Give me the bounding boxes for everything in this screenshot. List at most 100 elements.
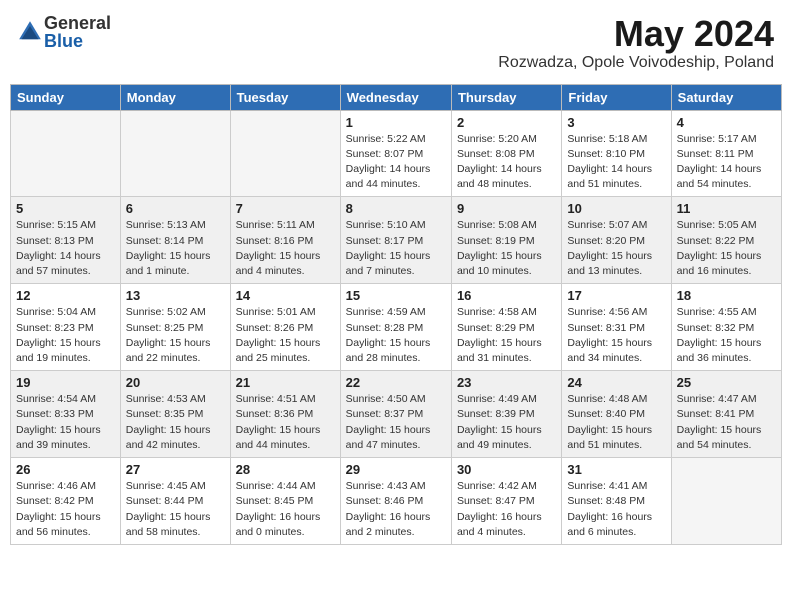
day-number: 15 <box>346 288 446 303</box>
week-row-2: 5Sunrise: 5:15 AMSunset: 8:13 PMDaylight… <box>11 197 782 284</box>
day-cell: 8 Sunrise: 5:10 AMSunset: 8:17 PMDaylight… <box>340 197 451 284</box>
day-number: 14 <box>236 288 335 303</box>
day-cell: 4 Sunrise: 5:17 AMSunset: 8:11 PMDaylight… <box>671 110 781 197</box>
day-info: Sunrise: 4:59 AMSunset: 8:28 PMDaylight:… <box>346 305 446 366</box>
day-number: 4 <box>677 115 776 130</box>
day-info: Sunrise: 5:20 AMSunset: 8:08 PMDaylight:… <box>457 132 556 193</box>
day-number: 9 <box>457 201 556 216</box>
logo: General Blue <box>18 14 111 50</box>
day-info: Sunrise: 5:08 AMSunset: 8:19 PMDaylight:… <box>457 218 556 279</box>
day-number: 6 <box>126 201 225 216</box>
day-cell <box>671 458 781 545</box>
day-number: 23 <box>457 375 556 390</box>
day-cell: 16Sunrise: 4:58 AMSunset: 8:29 PMDayligh… <box>451 284 561 371</box>
day-info: Sunrise: 5:15 AMSunset: 8:13 PMDaylight:… <box>16 218 115 279</box>
day-info: Sunrise: 5:02 AMSunset: 8:25 PMDaylight:… <box>126 305 225 366</box>
day-info: Sunrise: 4:43 AMSunset: 8:46 PMDaylight:… <box>346 479 446 540</box>
col-header-tuesday: Tuesday <box>230 84 340 110</box>
day-info: Sunrise: 4:48 AMSunset: 8:40 PMDaylight:… <box>567 392 665 453</box>
day-cell: 26 Sunrise: 4:46 AMSunset: 8:42 PMDayligh… <box>11 458 121 545</box>
day-number: 1 <box>346 115 446 130</box>
day-cell: 15 Sunrise: 4:59 AMSunset: 8:28 PMDayligh… <box>340 284 451 371</box>
day-info: Sunrise: 5:01 AMSunset: 8:26 PMDaylight:… <box>236 305 335 366</box>
day-number: 2 <box>457 115 556 130</box>
day-cell: 29 Sunrise: 4:43 AMSunset: 8:46 PMDayligh… <box>340 458 451 545</box>
day-info: Sunrise: 4:58 AMSunset: 8:29 PMDaylight:… <box>457 305 556 366</box>
day-number: 8 <box>346 201 446 216</box>
day-number: 24 <box>567 375 665 390</box>
day-number: 12 <box>16 288 115 303</box>
title-block: May 2024 Rozwadza, Opole Voivodeship, Po… <box>498 14 774 72</box>
day-cell <box>11 110 121 197</box>
day-info: Sunrise: 5:17 AMSunset: 8:11 PMDaylight:… <box>677 132 776 193</box>
day-number: 28 <box>236 462 335 477</box>
page-header: General Blue May 2024 Rozwadza, Opole Vo… <box>10 10 782 76</box>
day-info: Sunrise: 4:54 AMSunset: 8:33 PMDaylight:… <box>16 392 115 453</box>
day-cell <box>230 110 340 197</box>
day-info: Sunrise: 5:05 AMSunset: 8:22 PMDaylight:… <box>677 218 776 279</box>
week-row-1: 1 Sunrise: 5:22 AMSunset: 8:07 PMDaylight… <box>11 110 782 197</box>
day-info: Sunrise: 4:45 AMSunset: 8:44 PMDaylight:… <box>126 479 225 540</box>
day-cell: 11 Sunrise: 5:05 AMSunset: 8:22 PMDayligh… <box>671 197 781 284</box>
day-info: Sunrise: 5:13 AMSunset: 8:14 PMDaylight:… <box>126 218 225 279</box>
day-cell: 9 Sunrise: 5:08 AMSunset: 8:19 PMDaylight… <box>451 197 561 284</box>
logo-text: General Blue <box>44 14 111 50</box>
calendar-table: SundayMondayTuesdayWednesdayThursdayFrid… <box>10 84 782 545</box>
day-info: Sunrise: 4:41 AMSunset: 8:48 PMDaylight:… <box>567 479 665 540</box>
day-cell: 27Sunrise: 4:45 AMSunset: 8:44 PMDayligh… <box>120 458 230 545</box>
day-cell: 22Sunrise: 4:50 AMSunset: 8:37 PMDayligh… <box>340 371 451 458</box>
month-title: May 2024 <box>498 14 774 54</box>
day-cell: 14 Sunrise: 5:01 AMSunset: 8:26 PMDayligh… <box>230 284 340 371</box>
day-number: 20 <box>126 375 225 390</box>
day-cell: 17Sunrise: 4:56 AMSunset: 8:31 PMDayligh… <box>562 284 671 371</box>
day-number: 3 <box>567 115 665 130</box>
day-number: 21 <box>236 375 335 390</box>
logo-icon <box>18 20 42 44</box>
day-info: Sunrise: 4:53 AMSunset: 8:35 PMDaylight:… <box>126 392 225 453</box>
day-cell: 31 Sunrise: 4:41 AMSunset: 8:48 PMDayligh… <box>562 458 671 545</box>
day-info: Sunrise: 4:46 AMSunset: 8:42 PMDaylight:… <box>16 479 115 540</box>
day-cell: 12 Sunrise: 5:04 AMSunset: 8:23 PMDayligh… <box>11 284 121 371</box>
day-number: 19 <box>16 375 115 390</box>
day-cell: 21 Sunrise: 4:51 AMSunset: 8:36 PMDayligh… <box>230 371 340 458</box>
day-info: Sunrise: 5:10 AMSunset: 8:17 PMDaylight:… <box>346 218 446 279</box>
day-cell: 6 Sunrise: 5:13 AMSunset: 8:14 PMDaylight… <box>120 197 230 284</box>
day-info: Sunrise: 4:47 AMSunset: 8:41 PMDaylight:… <box>677 392 776 453</box>
day-cell: 18Sunrise: 4:55 AMSunset: 8:32 PMDayligh… <box>671 284 781 371</box>
day-info: Sunrise: 4:49 AMSunset: 8:39 PMDaylight:… <box>457 392 556 453</box>
day-cell: 10Sunrise: 5:07 AMSunset: 8:20 PMDayligh… <box>562 197 671 284</box>
location-subtitle: Rozwadza, Opole Voivodeship, Poland <box>498 54 774 72</box>
day-cell: 2 Sunrise: 5:20 AMSunset: 8:08 PMDaylight… <box>451 110 561 197</box>
week-row-4: 19 Sunrise: 4:54 AMSunset: 8:33 PMDayligh… <box>11 371 782 458</box>
day-number: 13 <box>126 288 225 303</box>
day-cell: 13 Sunrise: 5:02 AMSunset: 8:25 PMDayligh… <box>120 284 230 371</box>
day-number: 29 <box>346 462 446 477</box>
day-info: Sunrise: 5:22 AMSunset: 8:07 PMDaylight:… <box>346 132 446 193</box>
day-number: 11 <box>677 201 776 216</box>
day-cell: 25Sunrise: 4:47 AMSunset: 8:41 PMDayligh… <box>671 371 781 458</box>
day-cell: 20 Sunrise: 4:53 AMSunset: 8:35 PMDayligh… <box>120 371 230 458</box>
col-header-thursday: Thursday <box>451 84 561 110</box>
day-info: Sunrise: 5:04 AMSunset: 8:23 PMDaylight:… <box>16 305 115 366</box>
day-info: Sunrise: 4:55 AMSunset: 8:32 PMDaylight:… <box>677 305 776 366</box>
col-header-sunday: Sunday <box>11 84 121 110</box>
day-info: Sunrise: 4:56 AMSunset: 8:31 PMDaylight:… <box>567 305 665 366</box>
day-info: Sunrise: 4:51 AMSunset: 8:36 PMDaylight:… <box>236 392 335 453</box>
logo-general: General <box>44 14 111 32</box>
day-cell: 24 Sunrise: 4:48 AMSunset: 8:40 PMDayligh… <box>562 371 671 458</box>
day-info: Sunrise: 5:07 AMSunset: 8:20 PMDaylight:… <box>567 218 665 279</box>
col-header-monday: Monday <box>120 84 230 110</box>
day-info: Sunrise: 4:42 AMSunset: 8:47 PMDaylight:… <box>457 479 556 540</box>
logo-blue: Blue <box>44 32 111 50</box>
day-number: 7 <box>236 201 335 216</box>
col-header-friday: Friday <box>562 84 671 110</box>
day-cell: 30 Sunrise: 4:42 AMSunset: 8:47 PMDayligh… <box>451 458 561 545</box>
day-info: Sunrise: 5:18 AMSunset: 8:10 PMDaylight:… <box>567 132 665 193</box>
col-header-wednesday: Wednesday <box>340 84 451 110</box>
day-number: 30 <box>457 462 556 477</box>
day-number: 31 <box>567 462 665 477</box>
day-info: Sunrise: 4:44 AMSunset: 8:45 PMDaylight:… <box>236 479 335 540</box>
day-info: Sunrise: 5:11 AMSunset: 8:16 PMDaylight:… <box>236 218 335 279</box>
day-cell: 1 Sunrise: 5:22 AMSunset: 8:07 PMDaylight… <box>340 110 451 197</box>
day-number: 26 <box>16 462 115 477</box>
